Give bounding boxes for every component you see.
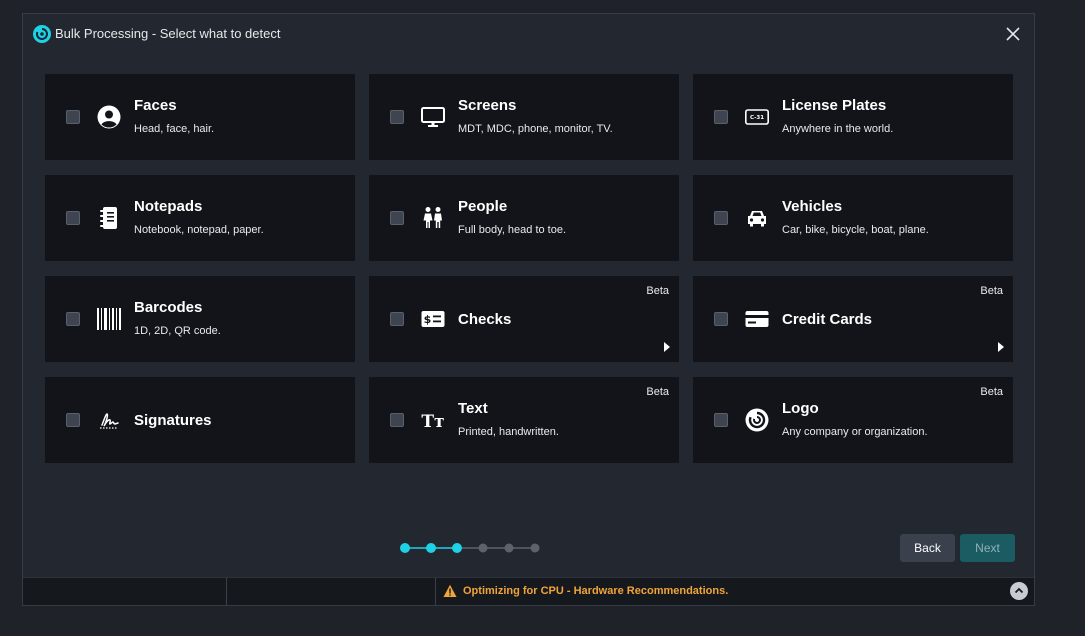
beta-badge: Beta bbox=[646, 285, 669, 297]
credit-card-icon bbox=[745, 311, 769, 327]
next-button[interactable]: Next bbox=[960, 534, 1015, 562]
option-title: License Plates bbox=[782, 97, 887, 114]
option-subtitle: Head, face, hair. bbox=[134, 123, 215, 135]
option-subtitle: Anywhere in the world. bbox=[782, 123, 894, 135]
chevron-up-icon bbox=[1014, 587, 1024, 594]
checkbox-signatures[interactable] bbox=[66, 413, 80, 427]
checkbox-logo[interactable] bbox=[714, 413, 728, 427]
checkbox-people[interactable] bbox=[390, 211, 404, 225]
step-dot bbox=[530, 543, 540, 553]
expand-arrow-icon[interactable] bbox=[664, 342, 670, 352]
option-card-barcodes[interactable]: Barcodes 1D, 2D, QR code. bbox=[45, 276, 355, 362]
text-glyph: Tт bbox=[421, 412, 444, 432]
notepad-icon bbox=[100, 207, 117, 229]
step-dot bbox=[478, 543, 488, 553]
option-title: Faces bbox=[134, 97, 177, 114]
step-dot bbox=[504, 543, 514, 553]
checkbox-screens[interactable] bbox=[390, 110, 404, 124]
step-dot bbox=[400, 543, 410, 553]
option-title: People bbox=[458, 198, 508, 215]
option-subtitle: Full body, head to toe. bbox=[458, 224, 567, 236]
app-logo-icon bbox=[33, 25, 51, 43]
option-subtitle: Printed, handwritten. bbox=[458, 426, 559, 438]
option-card-screens[interactable]: Screens MDT, MDC, phone, monitor, TV. bbox=[369, 74, 679, 160]
checkbox-credit-cards[interactable] bbox=[714, 312, 728, 326]
beta-badge: Beta bbox=[646, 386, 669, 398]
expand-arrow-icon[interactable] bbox=[998, 342, 1004, 352]
signature-icon bbox=[100, 413, 119, 429]
status-divider bbox=[226, 578, 227, 605]
step-dot bbox=[452, 543, 462, 553]
car-icon bbox=[748, 211, 766, 227]
title-bar: Bulk Processing - Select what to detect bbox=[23, 14, 1034, 54]
option-title: Notepads bbox=[134, 198, 203, 215]
beta-badge: Beta bbox=[980, 285, 1003, 297]
dialog-title: Bulk Processing - Select what to detect bbox=[55, 26, 281, 41]
option-card-notepads[interactable]: Notepads Notebook, notepad, paper. bbox=[45, 175, 355, 261]
status-message[interactable]: Optimizing for CPU - Hardware Recommenda… bbox=[463, 585, 728, 597]
barcode-icon bbox=[97, 308, 121, 330]
option-title: Signatures bbox=[134, 412, 212, 429]
option-subtitle: Any company or organization. bbox=[782, 426, 928, 438]
checkbox-barcodes[interactable] bbox=[66, 312, 80, 326]
back-button[interactable]: Back bbox=[900, 534, 955, 562]
detection-options-grid: Faces Head, face, hair. Screens MDT, MDC… bbox=[45, 74, 1013, 463]
monitor-icon bbox=[421, 107, 445, 127]
checkbox-notepads[interactable] bbox=[66, 211, 80, 225]
plate-text: C-31 bbox=[750, 115, 764, 121]
beta-badge: Beta bbox=[980, 386, 1003, 398]
people-icon bbox=[423, 207, 442, 228]
option-card-signatures[interactable]: Signatures bbox=[45, 377, 355, 463]
option-title: Screens bbox=[458, 97, 517, 114]
option-title: Logo bbox=[782, 400, 819, 417]
option-card-people[interactable]: People Full body, head to toe. bbox=[369, 175, 679, 261]
option-title: Checks bbox=[458, 311, 512, 328]
option-title: Credit Cards bbox=[782, 311, 873, 328]
step-dot bbox=[426, 543, 436, 553]
option-subtitle: Car, bike, bicycle, boat, plane. bbox=[782, 224, 929, 236]
logo-icon bbox=[745, 408, 769, 432]
checkbox-checks[interactable] bbox=[390, 312, 404, 326]
option-card-logo[interactable]: Logo Any company or organization. Beta bbox=[693, 377, 1013, 463]
expand-status-button[interactable] bbox=[1010, 582, 1028, 600]
warning-icon bbox=[443, 584, 457, 597]
status-divider bbox=[435, 578, 436, 605]
option-title: Text bbox=[458, 400, 488, 417]
check-icon: $ bbox=[421, 311, 445, 327]
option-card-credit-cards[interactable]: Credit Cards Beta bbox=[693, 276, 1013, 362]
checkbox-text[interactable] bbox=[390, 413, 404, 427]
status-bar: Optimizing for CPU - Hardware Recommenda… bbox=[23, 577, 1034, 605]
option-title: Vehicles bbox=[782, 198, 843, 215]
option-subtitle: MDT, MDC, phone, monitor, TV. bbox=[458, 123, 613, 135]
option-subtitle: 1D, 2D, QR code. bbox=[134, 325, 221, 337]
bulk-processing-dialog: Bulk Processing - Select what to detect … bbox=[22, 13, 1035, 606]
option-card-faces[interactable]: Faces Head, face, hair. bbox=[45, 74, 355, 160]
checkbox-faces[interactable] bbox=[66, 110, 80, 124]
step-progress-indicator bbox=[400, 543, 540, 553]
svg-text:$: $ bbox=[424, 313, 432, 326]
license-plate-icon: C-31 bbox=[745, 109, 769, 125]
option-card-vehicles[interactable]: Vehicles Car, bike, bicycle, boat, plane… bbox=[693, 175, 1013, 261]
checkbox-license-plates[interactable] bbox=[714, 110, 728, 124]
close-icon[interactable] bbox=[1004, 25, 1022, 43]
option-title: Barcodes bbox=[134, 299, 203, 316]
face-icon bbox=[97, 105, 121, 129]
text-icon: Tт bbox=[421, 412, 444, 432]
option-card-license-plates[interactable]: C-31 License Plates Anywhere in the worl… bbox=[693, 74, 1013, 160]
option-card-checks[interactable]: $ Checks Beta bbox=[369, 276, 679, 362]
option-card-text[interactable]: Tт Text Printed, handwritten. Beta bbox=[369, 377, 679, 463]
checkbox-vehicles[interactable] bbox=[714, 211, 728, 225]
option-subtitle: Notebook, notepad, paper. bbox=[134, 224, 264, 236]
